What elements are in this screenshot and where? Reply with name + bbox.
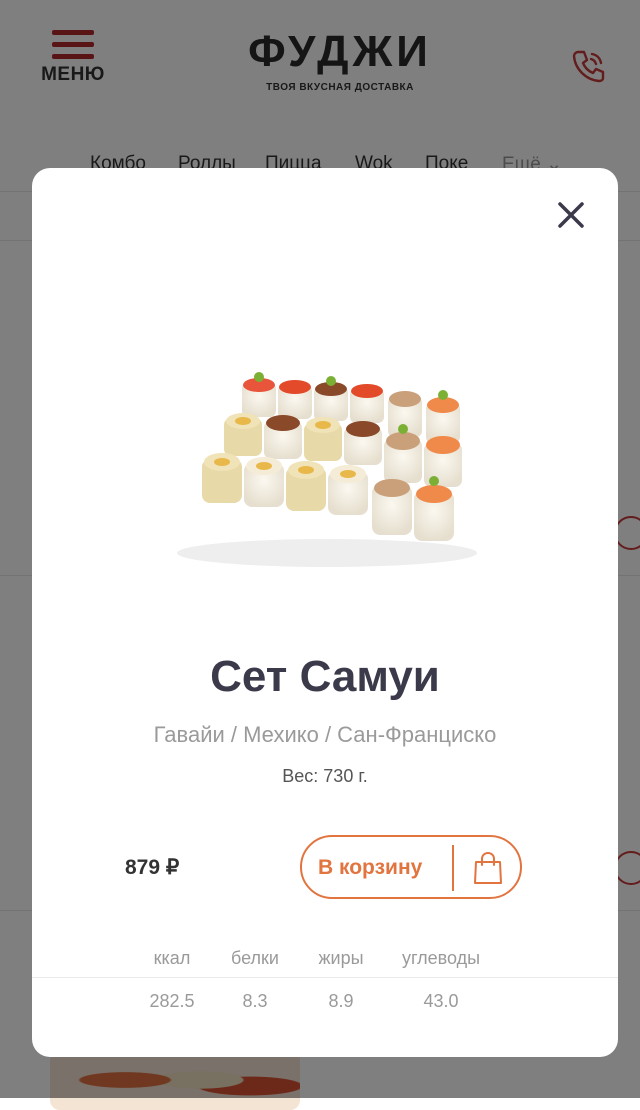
product-composition: Гавайи / Мехико / Сан-Франциско [153,722,497,747]
product-modal: Сет Самуи Гавайи / Мехико / Сан-Франциск… [32,168,618,1057]
nutrition-value-fat: 8.9 [328,991,354,1011]
product-title: Сет Самуи [210,652,440,701]
nutrition-values: 282.5 8.3 8.9 43.0 [32,991,618,1021]
add-to-cart-label: В корзину [318,856,423,879]
product-image [177,372,477,567]
close-icon[interactable] [554,198,588,232]
nutrition-header-carbs: углеводы [401,948,481,968]
product-weight: Вес: 730 г. [282,766,368,786]
nutrition-value-carbs: 43.0 [423,991,459,1011]
nutrition-header-fat: жиры [318,948,364,968]
product-price: 879 ₽ [125,856,180,879]
shopping-bag-icon [474,851,502,884]
divider [32,977,618,978]
add-to-cart-button[interactable]: В корзину [300,835,522,899]
nutrition-headers: ккал белки жиры углеводы [32,948,618,978]
button-divider [452,845,454,891]
